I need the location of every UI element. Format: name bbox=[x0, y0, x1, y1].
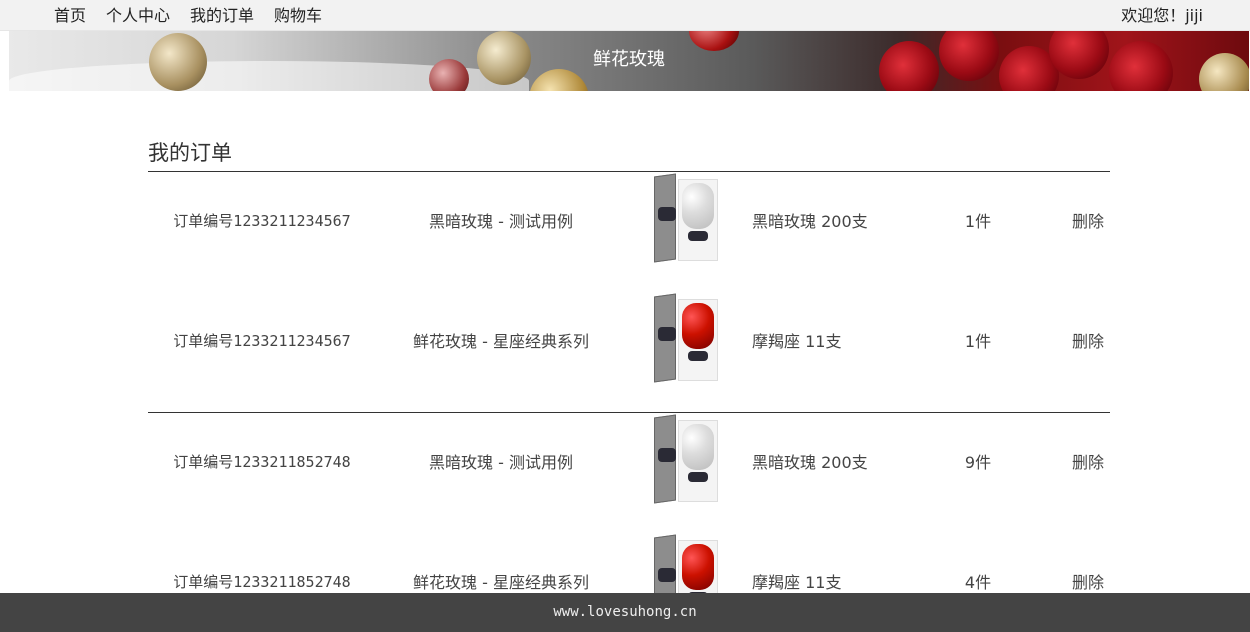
delete-button[interactable]: 删除 bbox=[1068, 416, 1108, 506]
nav-profile-link[interactable]: 个人中心 bbox=[106, 6, 170, 26]
white-rose-box-icon bbox=[650, 414, 722, 506]
nav-cart-link[interactable]: 购物车 bbox=[274, 6, 322, 26]
banner-title: 鲜花玫瑰 bbox=[593, 49, 665, 70]
welcome-text: 欢迎您！jiji bbox=[1121, 6, 1203, 25]
product-image bbox=[646, 293, 726, 385]
quantity: 1件 bbox=[964, 332, 992, 351]
divider bbox=[148, 171, 1110, 172]
nav-home-link[interactable]: 首页 bbox=[54, 6, 86, 26]
order-number: 订单编号1233211234567 bbox=[173, 331, 351, 350]
product-spec: 黑暗玫瑰 200支 bbox=[752, 453, 868, 472]
product-name: 鲜花玫瑰 - 星座经典系列 bbox=[413, 332, 589, 351]
quantity: 1件 bbox=[964, 212, 992, 231]
product-name: 黑暗玫瑰 - 测试用例 bbox=[429, 212, 573, 231]
product-spec: 黑暗玫瑰 200支 bbox=[752, 212, 868, 231]
product-image bbox=[646, 414, 726, 506]
red-rose-box-icon bbox=[650, 293, 722, 385]
product-name: 黑暗玫瑰 - 测试用例 bbox=[429, 453, 573, 472]
banner: 鲜花玫瑰 bbox=[9, 31, 1249, 91]
order-number: 订单编号1233211852748 bbox=[173, 452, 351, 471]
white-rose-box-icon bbox=[650, 173, 722, 265]
delete-button[interactable]: 删除 bbox=[1068, 295, 1108, 385]
nav-links: 首页 个人中心 我的订单 购物车 bbox=[54, 6, 322, 26]
nav-orders-link[interactable]: 我的订单 bbox=[190, 6, 254, 26]
product-spec: 摩羯座 11支 bbox=[752, 332, 842, 351]
footer: www.lovesuhong.cn bbox=[0, 593, 1250, 632]
divider bbox=[148, 412, 1110, 413]
delete-button[interactable]: 删除 bbox=[1068, 175, 1108, 265]
ornament-ball bbox=[529, 69, 589, 91]
top-nav: 首页 个人中心 我的订单 购物车 欢迎您！jiji bbox=[0, 0, 1250, 31]
page-title: 我的订单 bbox=[148, 141, 232, 165]
order-row: 订单编号1233211852748 黑暗玫瑰 - 测试用例 黑暗玫瑰 200支 … bbox=[148, 414, 1110, 506]
quantity: 9件 bbox=[964, 453, 992, 472]
order-row: 订单编号1233211234567 黑暗玫瑰 - 测试用例 黑暗玫瑰 200支 … bbox=[148, 173, 1110, 265]
order-number: 订单编号1233211234567 bbox=[173, 211, 351, 230]
ornament-ball bbox=[689, 31, 739, 51]
product-image bbox=[646, 173, 726, 265]
order-row: 订单编号1233211234567 鲜花玫瑰 - 星座经典系列 摩羯座 11支 … bbox=[148, 293, 1110, 385]
